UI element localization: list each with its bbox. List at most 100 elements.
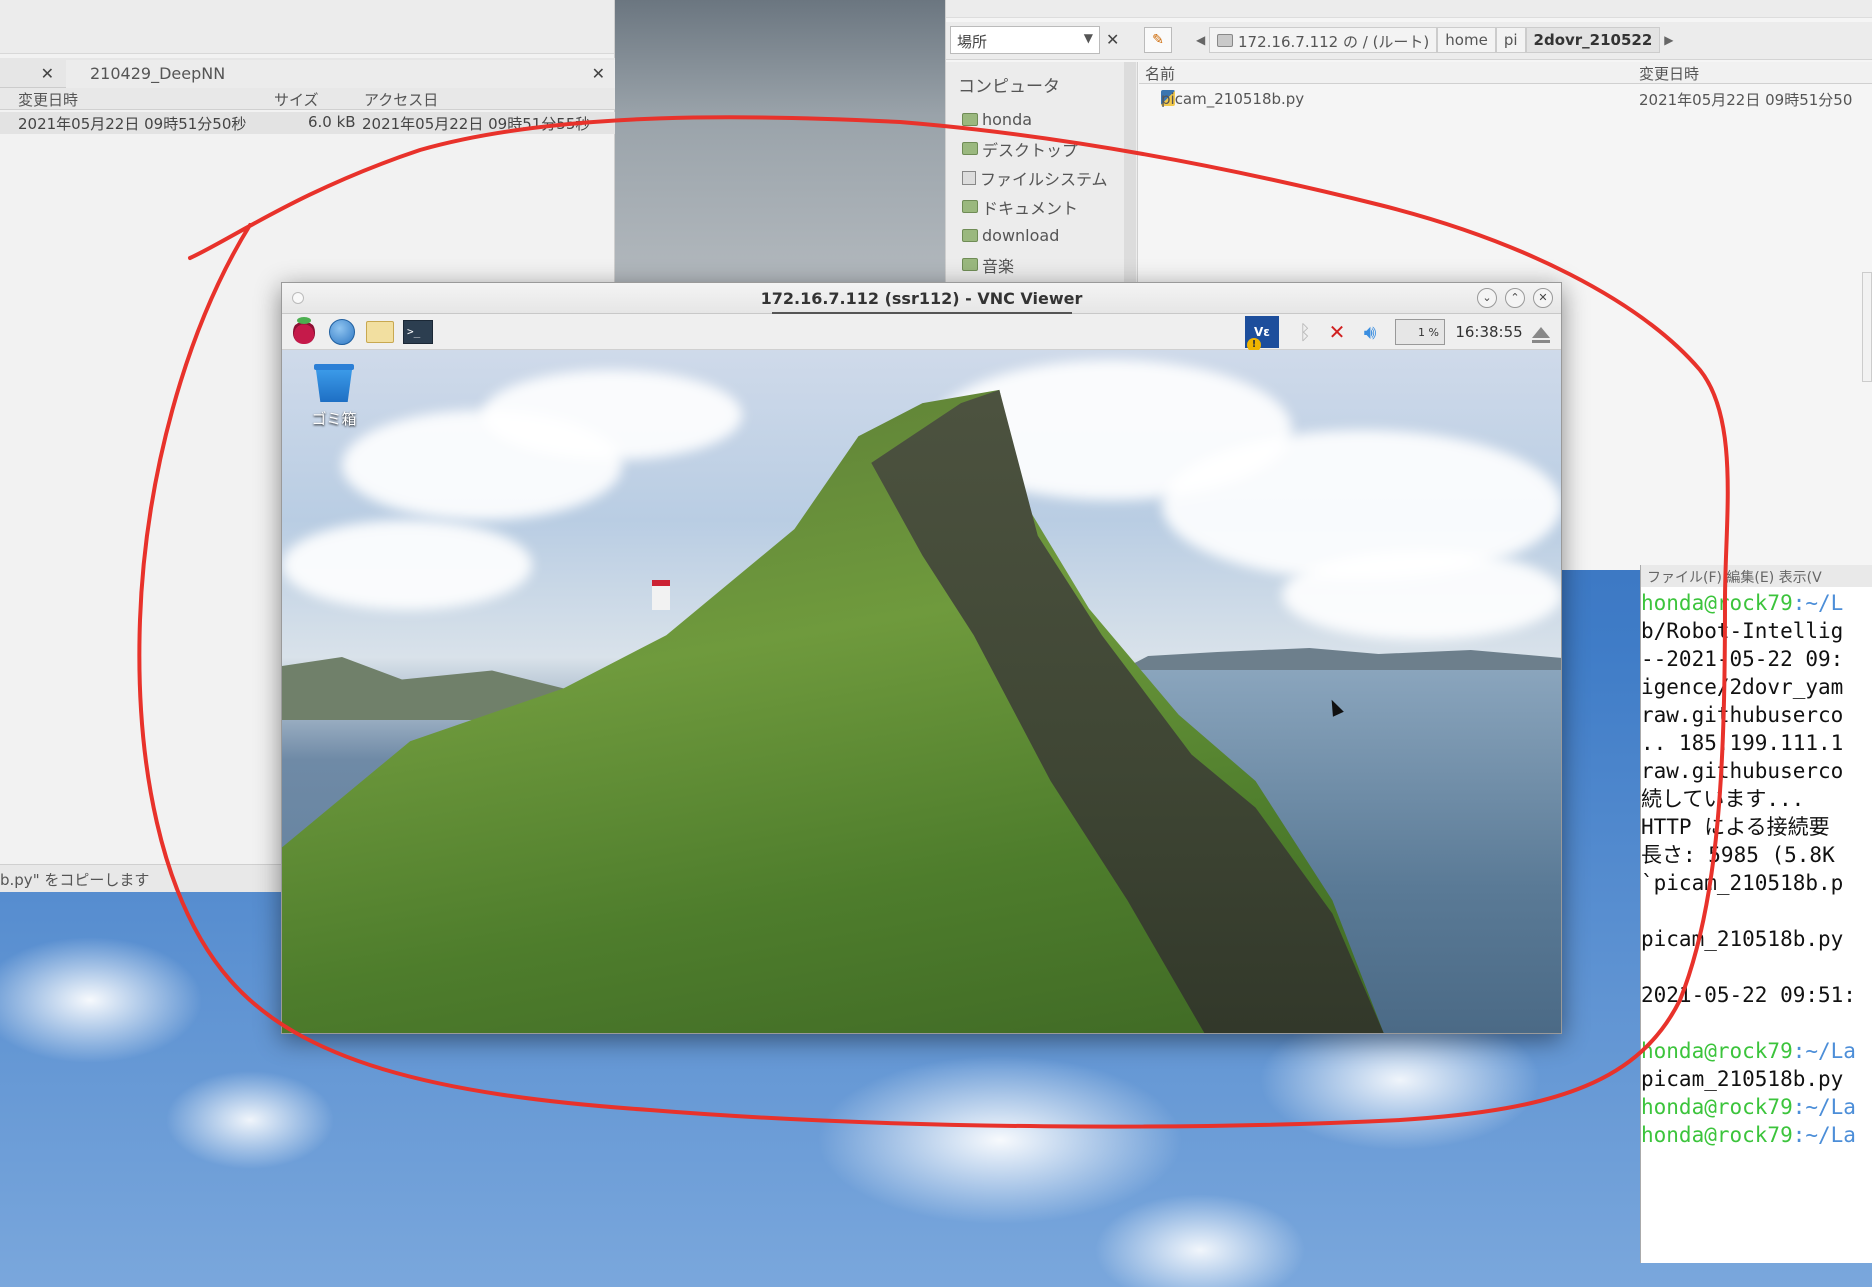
- terminal-path: :~/La: [1792, 1095, 1856, 1119]
- sidebar-item-download[interactable]: download: [946, 221, 1137, 250]
- column-modified[interactable]: 変更日時: [1639, 63, 1699, 84]
- cell-accessed: 2021年05月22日 09時51分55秒: [362, 115, 591, 133]
- terminal-path: :~/La: [1792, 1039, 1856, 1063]
- terminal-line: igence/2dovr_yam: [1641, 675, 1844, 699]
- terminal-window[interactable]: ファイル(F) 編集(E) 表示(V honda@rock79:~/L b/Ro…: [1640, 565, 1872, 1263]
- sidebar-title: コンピュータ: [958, 77, 1060, 97]
- edit-location-button[interactable]: ✎: [1144, 27, 1172, 53]
- cell-modified: 2021年05月22日 09時51分50秒: [18, 115, 247, 133]
- sidebar-item-label: ドキュメント: [982, 198, 1079, 218]
- sidebar-item-label: download: [982, 226, 1060, 245]
- sidebar-item-desktop[interactable]: デスクトップ: [946, 134, 1137, 163]
- terminal-line: .. 185.199.111.1: [1641, 731, 1844, 755]
- home-folder-icon: [962, 113, 978, 126]
- clock[interactable]: 16:38:55: [1454, 319, 1524, 345]
- remote-desktop-screen[interactable]: ゴミ箱: [282, 350, 1561, 1033]
- cloud: [1282, 550, 1561, 640]
- maximize-icon[interactable]: ⌃: [1505, 288, 1525, 308]
- network-disconnected-icon[interactable]: ✕: [1322, 319, 1352, 345]
- terminal-line: --2021-05-22 09:: [1641, 647, 1844, 671]
- cpu-usage: 1 %: [1395, 319, 1445, 345]
- sidebar-item-label: ファイルシステム: [980, 169, 1108, 189]
- sidebar-item-label: 音楽: [982, 256, 1015, 276]
- terminal-line: HTTP による接続要: [1641, 815, 1830, 839]
- sidebar-item-label: honda: [982, 110, 1033, 129]
- folder-icon: [962, 200, 978, 213]
- sidebar-item-music[interactable]: 音楽: [946, 250, 1137, 279]
- terminal-user: honda@rock79: [1641, 1039, 1793, 1063]
- column-size[interactable]: サイズ: [274, 89, 319, 110]
- file-manager-icon[interactable]: [365, 319, 395, 345]
- right-toolbar: [946, 0, 1872, 18]
- sidebar-item-label: デスクトップ: [982, 140, 1079, 160]
- chevron-right-icon[interactable]: ▶: [1660, 33, 1677, 47]
- terminal-menubar[interactable]: ファイル(F) 編集(E) 表示(V: [1641, 565, 1872, 587]
- sidebar-item-honda[interactable]: honda: [946, 105, 1137, 134]
- eject-icon[interactable]: [1526, 319, 1556, 345]
- cpu-monitor: 1 %: [1394, 319, 1446, 345]
- lighthouse: [652, 580, 670, 610]
- crumb-home[interactable]: home: [1437, 27, 1496, 53]
- close-sidebar-icon[interactable]: ✕: [1106, 30, 1119, 49]
- column-accessed[interactable]: アクセス日: [364, 89, 438, 110]
- left-column-header: 変更日時 サイズ アクセス日: [0, 88, 615, 110]
- terminal-line: raw.githubuserco: [1641, 759, 1844, 783]
- trash-icon[interactable]: [314, 364, 354, 402]
- terminal-path: :~/La: [1792, 1123, 1856, 1147]
- crumb-current[interactable]: 2dovr_210522: [1525, 27, 1661, 53]
- places-select[interactable]: 場所 ▼: [950, 26, 1100, 54]
- sidebar-item-documents[interactable]: ドキュメント: [946, 192, 1137, 221]
- minimize-icon[interactable]: ⌄: [1477, 288, 1497, 308]
- terminal-line: raw.githubuserco: [1641, 703, 1844, 727]
- folder-icon: [962, 229, 978, 242]
- crumb-pi[interactable]: pi: [1495, 27, 1526, 53]
- web-browser-icon[interactable]: [327, 319, 357, 345]
- folder-icon: [1217, 34, 1234, 47]
- raspberry-pi-menu-icon[interactable]: [289, 317, 319, 345]
- filesystem-icon: [962, 170, 976, 185]
- terminal-user: honda@rock79: [1641, 591, 1793, 615]
- vnc-viewer-window: 172.16.7.112 (ssr112) - VNC Viewer ⌄ ⌃ ✕…: [281, 282, 1562, 1034]
- tab-label: 210429_DeepNN: [90, 64, 226, 83]
- bluetooth-icon[interactable]: ᛒ: [1290, 319, 1320, 345]
- cell-size: 6.0 kB: [308, 113, 356, 131]
- raspberry-pi-taskbar: >_ Vε! ᛒ ✕ 🔊︎ 1 % 16:38:55: [282, 314, 1561, 352]
- vnc-titlebar[interactable]: 172.16.7.112 (ssr112) - VNC Viewer ⌄ ⌃ ✕: [282, 283, 1561, 314]
- tab-210429-deepnn[interactable]: 210429_DeepNN ✕: [66, 60, 615, 88]
- clock-time: 16:38:55: [1455, 323, 1523, 341]
- file-name-label: picam_210518b.py: [1161, 90, 1305, 108]
- file-row[interactable]: 2021年05月22日 09時51分50秒 6.0 kB 2021年05月22日…: [0, 112, 615, 134]
- terminal-line: b/Robot-Intellig: [1641, 619, 1844, 643]
- terminal-line: picam_210518b.py: [1641, 1067, 1844, 1091]
- places-select-label: 場所: [957, 33, 988, 51]
- wallpaper-strip: [615, 0, 945, 290]
- left-toolbar: [0, 0, 614, 54]
- crumb-root[interactable]: 172.16.7.112 の / (ルート): [1209, 27, 1438, 53]
- location-bar: 場所 ▼ ✕ ✎ ◀ 172.16.7.112 の / (ルート) home p…: [946, 22, 1872, 60]
- volume-icon[interactable]: 🔊︎: [1355, 319, 1385, 345]
- tab-unnamed[interactable]: ✕: [0, 60, 64, 88]
- terminal-output: honda@rock79:~/L b/Robot-Intellig --2021…: [1641, 587, 1872, 1149]
- column-name[interactable]: 名前: [1145, 63, 1175, 84]
- close-tab-icon[interactable]: ✕: [41, 60, 54, 88]
- sidebar-item-filesystem[interactable]: ファイルシステム: [946, 163, 1137, 192]
- terminal-line: 長さ: 5985 (5.8K: [1641, 843, 1835, 867]
- trash-label[interactable]: ゴミ箱: [304, 408, 364, 429]
- terminal-line: `picam_210518b.p: [1641, 871, 1844, 895]
- vnc-server-icon[interactable]: Vε!: [1244, 316, 1280, 352]
- chevron-down-icon: ▼: [1083, 31, 1093, 45]
- folder-icon: [962, 258, 978, 271]
- terminal-user: honda@rock79: [1641, 1095, 1793, 1119]
- cloud: [282, 520, 532, 610]
- chevron-left-icon[interactable]: ◀: [1192, 33, 1209, 47]
- window-title: 172.16.7.112 (ssr112) - VNC Viewer: [760, 289, 1083, 308]
- terminal-user: honda@rock79: [1641, 1123, 1793, 1147]
- close-tab-icon[interactable]: ✕: [592, 60, 605, 88]
- file-row[interactable]: picam_210518b.py 2021年05月22日 09時51分50: [1139, 88, 1872, 110]
- terminal-icon[interactable]: >_: [403, 319, 433, 345]
- file-modified: 2021年05月22日 09時51分50: [1639, 91, 1853, 109]
- column-modified[interactable]: 変更日時: [18, 89, 78, 110]
- terminal-line: 続しています...: [1641, 787, 1805, 811]
- close-icon[interactable]: ✕: [1533, 288, 1553, 308]
- left-tab-bar: ✕ 210429_DeepNN ✕: [0, 58, 615, 88]
